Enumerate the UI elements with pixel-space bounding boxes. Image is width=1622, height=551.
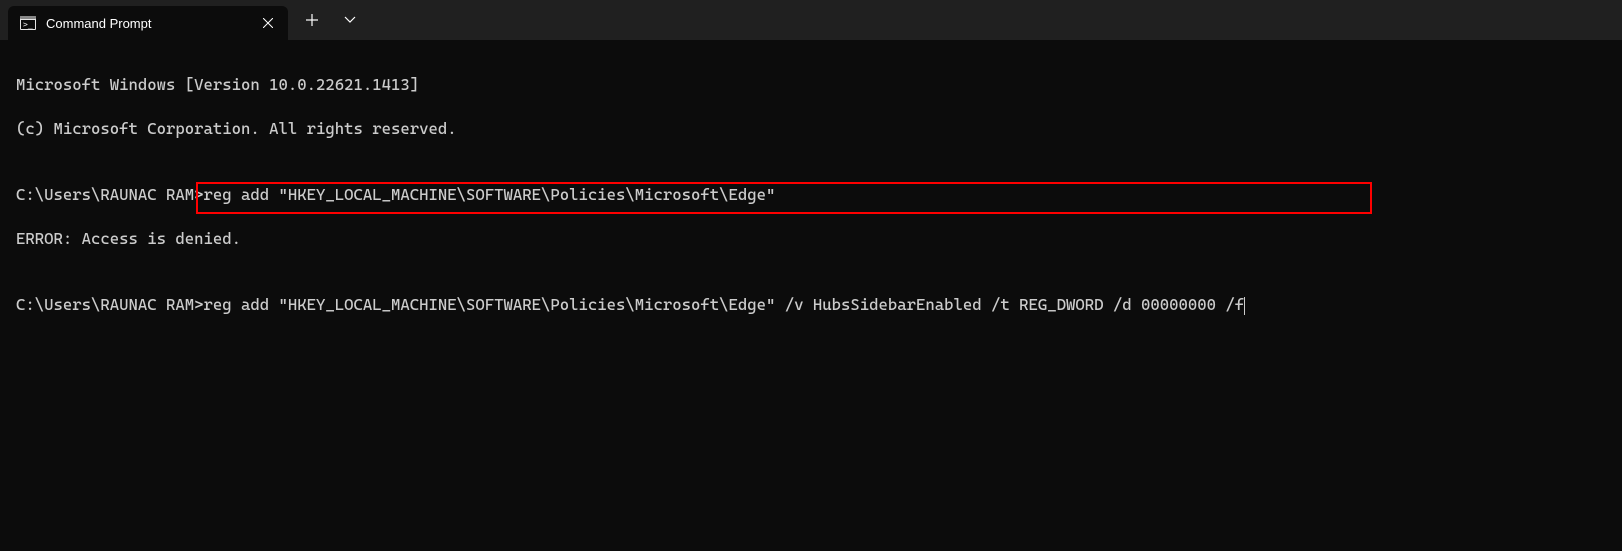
prompt: C:\Users\RAUNAC RAM> [16, 295, 204, 314]
title-bar: >_ Command Prompt [0, 0, 1622, 40]
tab-content: >_ Command Prompt [20, 16, 151, 31]
terminal-output[interactable]: Microsoft Windows [Version 10.0.22621.14… [0, 40, 1622, 372]
svg-text:>_: >_ [23, 20, 33, 29]
terminal-icon: >_ [20, 16, 36, 30]
command-text: reg add "HKEY_LOCAL_MACHINE\SOFTWARE\Pol… [204, 185, 776, 204]
error-line: ERROR: Access is denied. [16, 228, 1606, 250]
tab-dropdown-button[interactable] [332, 4, 368, 36]
close-tab-button[interactable] [258, 13, 278, 33]
version-line: Microsoft Windows [Version 10.0.22621.14… [16, 74, 1606, 96]
command-line-2: C:\Users\RAUNAC RAM>reg add "HKEY_LOCAL_… [16, 294, 1606, 316]
cursor [1244, 297, 1245, 315]
tab-command-prompt[interactable]: >_ Command Prompt [8, 6, 288, 40]
new-tab-button[interactable] [294, 4, 330, 36]
tab-title: Command Prompt [46, 16, 151, 31]
title-bar-actions [294, 0, 368, 40]
command-text: reg add "HKEY_LOCAL_MACHINE\SOFTWARE\Pol… [204, 295, 1245, 314]
copyright-line: (c) Microsoft Corporation. All rights re… [16, 118, 1606, 140]
command-line-1: C:\Users\RAUNAC RAM>reg add "HKEY_LOCAL_… [16, 184, 1606, 206]
prompt: C:\Users\RAUNAC RAM> [16, 185, 204, 204]
